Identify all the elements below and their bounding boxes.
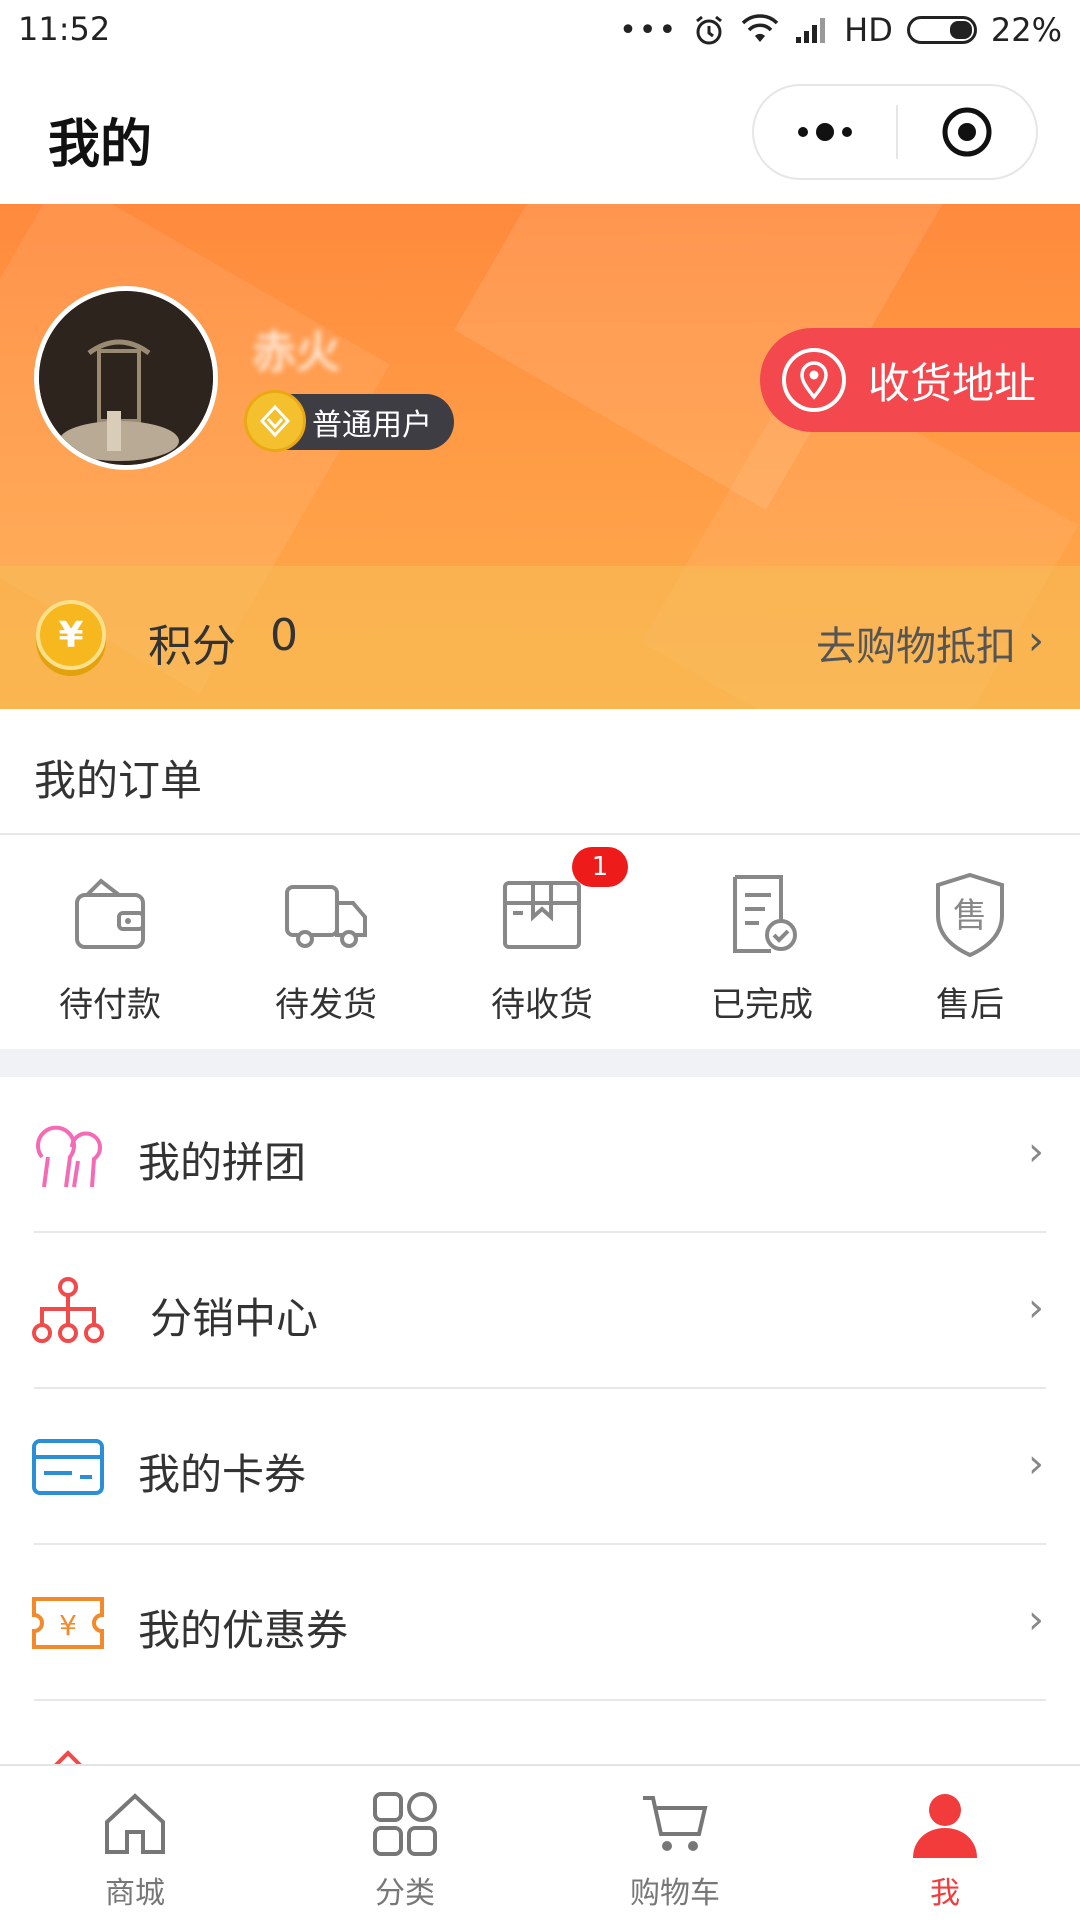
menu-item-cards[interactable]: 我的卡券 › (0, 1389, 1080, 1545)
shipping-address-label: 收货地址 (868, 358, 1037, 408)
tab-label: 商城 (105, 1876, 165, 1911)
points-bar[interactable]: ¥ 积分 0 去购物抵扣 › (0, 566, 1080, 709)
status-icons: ••• HD 22% (619, 8, 1062, 52)
order-status-label: 待发货 (275, 985, 377, 1025)
tab-mall[interactable]: 商城 (0, 1766, 270, 1920)
order-status-label: 待付款 (59, 985, 161, 1025)
user-icon (913, 1794, 977, 1858)
order-status-pending-shipment[interactable]: 待发货 (226, 869, 426, 1029)
username: 赤火 (252, 327, 340, 378)
tab-cart[interactable]: 购物车 (540, 1766, 810, 1920)
cart-icon (643, 1796, 708, 1851)
tab-category[interactable]: 分类 (270, 1766, 540, 1920)
chevron-right-icon: › (1028, 618, 1044, 664)
bottom-tab-bar: 商城 分类 购物车 我 (0, 1764, 1080, 1920)
cellular-signal-icon (796, 18, 826, 43)
network-type: HD (844, 11, 893, 49)
shipping-address-button[interactable]: 收货地址 (760, 328, 1080, 432)
location-pin-icon (782, 348, 846, 412)
more-dot-icon (816, 123, 834, 141)
chevron-right-icon: › (1028, 1285, 1044, 1331)
battery-icon (906, 16, 977, 44)
yen-coin-icon: ¥ (36, 600, 106, 670)
chevron-right-icon: › (1028, 1441, 1044, 1487)
avatar[interactable] (34, 286, 218, 470)
order-status-pending-payment[interactable]: 待付款 (10, 869, 210, 1029)
document-check-icon (733, 875, 797, 953)
wallet-icon (75, 878, 145, 949)
orders-title: 我的订单 (34, 756, 203, 805)
coupon-icon: ¥ (32, 1597, 104, 1649)
more-dot-icon (842, 127, 852, 137)
tab-me[interactable]: 我 (810, 1766, 1080, 1920)
order-status-row: 待付款 待发货 待收货 已完成 售 售后 1 (0, 835, 1080, 1049)
order-status-completed[interactable]: 已完成 (662, 869, 862, 1029)
page-title: 我的 (48, 115, 153, 175)
points-value: 0 (270, 610, 298, 661)
svg-text:¥: ¥ (59, 1609, 77, 1642)
home-icon (105, 1793, 165, 1854)
miniprogram-capsule (752, 84, 1038, 180)
truck-icon (285, 885, 367, 948)
menu-item-label: 分销中心 (150, 1294, 319, 1343)
menu-item-coupons[interactable]: ¥ 我的优惠券 › (0, 1545, 1080, 1701)
menu-item-distribution[interactable]: 分销中心 › (0, 1233, 1080, 1389)
menu-item-label: 我的优惠券 (138, 1606, 349, 1655)
menu-item-label: 我的卡券 (138, 1450, 307, 1499)
battery-percent: 22% (990, 11, 1062, 49)
more-dot-icon (798, 127, 808, 137)
package-icon (503, 881, 581, 949)
section-spacer (0, 1049, 1080, 1077)
order-status-label: 已完成 (711, 985, 813, 1025)
member-level-label: 普通用户 (312, 408, 432, 443)
chevron-right-icon: › (1028, 1597, 1044, 1643)
after-sales-shield-icon: 售 (936, 872, 1004, 958)
member-diamond-icon (244, 390, 306, 452)
menu-item-group-buy[interactable]: 我的拼团 › (0, 1077, 1080, 1233)
order-status-pending-receipt[interactable]: 待收货 (442, 869, 642, 1029)
category-icon (373, 1792, 437, 1856)
status-time: 11:52 (18, 10, 111, 48)
order-status-after-sales[interactable]: 售 售后 (870, 869, 1070, 1029)
alarm-icon (696, 15, 723, 45)
group-buy-icon (36, 1125, 102, 1188)
more-button[interactable] (754, 86, 896, 178)
avatar-photo (39, 291, 213, 465)
orders-section-header[interactable]: 我的订单 (0, 709, 1080, 835)
points-redeem-link[interactable]: 去购物抵扣 (816, 614, 1016, 672)
tab-label: 我 (930, 1876, 960, 1911)
menu-item-label: 我的拼团 (138, 1138, 307, 1187)
card-icon (32, 1439, 104, 1495)
order-status-label: 待收货 (491, 985, 593, 1025)
distribution-icon (32, 1277, 104, 1343)
pending-receipt-count-badge: 1 (572, 847, 628, 887)
more-dots-icon: ••• (619, 12, 679, 48)
tab-label: 购物车 (630, 1876, 720, 1911)
tab-label: 分类 (375, 1876, 435, 1911)
chevron-right-icon: › (1028, 1129, 1044, 1175)
svg-text:售: 售 (953, 896, 987, 936)
target-close-icon (942, 107, 992, 157)
close-miniprogram-button[interactable] (898, 86, 1036, 178)
wifi-icon (741, 14, 779, 42)
profile-header: 赤火 普通用户 收货地址 ¥ 积分 0 去购物抵扣 › (0, 204, 1080, 709)
member-level-badge: 普通用户 (244, 390, 454, 452)
status-bar: 11:52 ••• HD 22% (0, 0, 1080, 62)
points-label: 积分 (148, 621, 236, 672)
nav-header: 我的 (0, 62, 1080, 204)
order-status-label: 售后 (936, 985, 1004, 1025)
